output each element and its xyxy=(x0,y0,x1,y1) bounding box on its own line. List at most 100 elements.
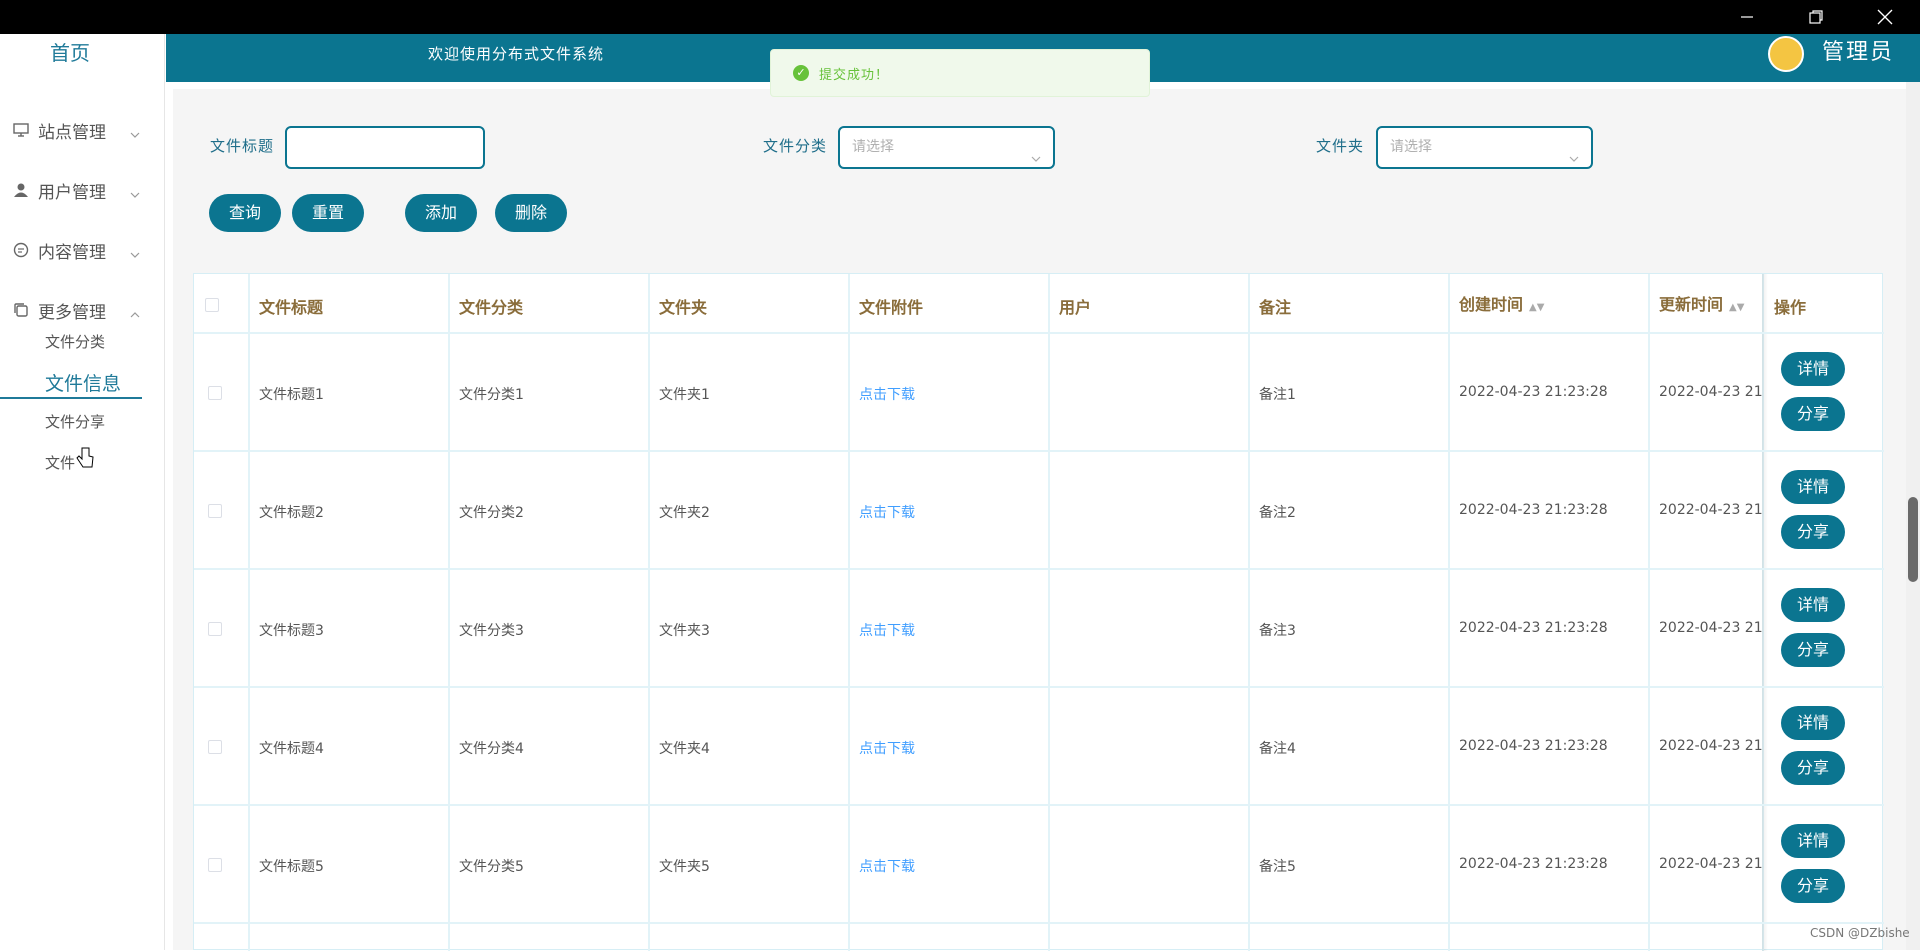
cell-updated: 2022-04-23 21 xyxy=(1659,384,1763,400)
cell-note: 备注5 xyxy=(1259,859,1296,875)
user-icon xyxy=(12,181,30,199)
cell-created: 2022-04-23 21:23:28 xyxy=(1459,738,1608,754)
sort-icon[interactable]: ▲▼ xyxy=(1729,302,1744,313)
detail-button[interactable]: 详情 xyxy=(1781,352,1845,386)
chevron-up-icon xyxy=(130,305,140,318)
download-link[interactable]: 点击下载 xyxy=(859,620,915,640)
welcome-text: 欢迎使用分布式文件系统 xyxy=(428,45,605,63)
page-scrollbar[interactable] xyxy=(1906,82,1920,950)
cell-note: 备注4 xyxy=(1259,741,1296,757)
active-indicator xyxy=(0,397,142,399)
detail-button[interactable]: 详情 xyxy=(1781,588,1845,622)
cell-title: 文件标题2 xyxy=(259,505,324,521)
file-table: 文件标题 文件分类 文件夹 文件附件 用户 备注 创建时间 ▲▼ 更新时间 ▲▼ 操… xyxy=(193,273,1884,951)
column-divider xyxy=(1648,274,1650,951)
category-select[interactable]: 请选择 xyxy=(838,126,1055,169)
scrollbar-thumb[interactable] xyxy=(1908,497,1918,582)
minimize-icon[interactable] xyxy=(1712,0,1782,34)
monitor-icon xyxy=(12,121,30,139)
download-link[interactable]: 点击下载 xyxy=(859,738,915,758)
detail-button[interactable]: 详情 xyxy=(1781,470,1845,504)
header-user: 用户 xyxy=(1059,298,1092,317)
column-divider xyxy=(1448,274,1450,951)
sort-icon[interactable]: ▲▼ xyxy=(1529,302,1544,313)
row-checkbox[interactable] xyxy=(208,386,222,400)
column-divider xyxy=(248,274,250,951)
row-checkbox[interactable] xyxy=(208,740,222,754)
sidebar-subitem-file[interactable]: 文件 xyxy=(45,452,75,473)
row-divider xyxy=(194,686,1884,688)
header-label: 更新时间 xyxy=(1659,295,1724,314)
sidebar-item-content[interactable]: 内容管理 xyxy=(0,230,165,270)
title-search-input[interactable] xyxy=(285,126,485,169)
avatar[interactable] xyxy=(1768,36,1804,72)
column-divider xyxy=(448,274,450,951)
filter-folder-label: 文件夹 xyxy=(1316,137,1365,155)
reset-button[interactable]: 重置 xyxy=(292,194,364,232)
query-button[interactable]: 查询 xyxy=(209,194,281,232)
delete-button[interactable]: 删除 xyxy=(495,194,567,232)
sidebar-item-label: 更多管理 xyxy=(38,302,106,323)
cell-note: 备注2 xyxy=(1259,505,1296,521)
column-divider xyxy=(1048,274,1050,951)
cell-created: 2022-04-23 21:23:28 xyxy=(1459,502,1608,518)
filter-category-label: 文件分类 xyxy=(763,137,828,155)
cell-note: 备注3 xyxy=(1259,623,1296,639)
row-checkbox[interactable] xyxy=(208,622,222,636)
cell-folder: 文件夹2 xyxy=(659,505,710,521)
success-toast: ✓ 提交成功！ xyxy=(770,49,1150,97)
category-placeholder: 请选择 xyxy=(852,139,894,155)
chevron-down-icon xyxy=(1031,141,1041,162)
share-button[interactable]: 分享 xyxy=(1781,869,1845,903)
header-file-title: 文件标题 xyxy=(259,298,324,317)
cell-note: 备注1 xyxy=(1259,387,1296,403)
sidebar-item-more[interactable]: 更多管理 xyxy=(0,290,165,330)
cell-created: 2022-04-23 21:23:28 xyxy=(1459,384,1608,400)
folder-select[interactable]: 请选择 xyxy=(1376,126,1593,169)
select-all-checkbox[interactable] xyxy=(205,298,219,312)
sidebar-item-users[interactable]: 用户管理 xyxy=(0,170,165,210)
admin-name[interactable]: 管理员 xyxy=(1822,34,1894,72)
check-icon: ✓ xyxy=(793,65,809,81)
detail-button[interactable]: 详情 xyxy=(1781,824,1845,858)
row-checkbox[interactable] xyxy=(208,858,222,872)
folder-placeholder: 请选择 xyxy=(1390,139,1432,155)
row-checkbox[interactable] xyxy=(208,504,222,518)
watermark: CSDN @DZbishe xyxy=(1810,926,1910,940)
sidebar-subitem-file-category[interactable]: 文件分类 xyxy=(45,331,105,352)
fixed-column-shadow xyxy=(1762,274,1768,951)
sidebar-item-label: 站点管理 xyxy=(38,122,106,143)
sidebar-subitem-file-share[interactable]: 文件分享 xyxy=(45,411,105,432)
share-button[interactable]: 分享 xyxy=(1781,633,1845,667)
cell-updated: 2022-04-23 21 xyxy=(1659,620,1763,636)
cell-title: 文件标题5 xyxy=(259,859,324,875)
download-link[interactable]: 点击下载 xyxy=(859,502,915,522)
row-divider xyxy=(194,450,1884,452)
header-created-time[interactable]: 创建时间 ▲▼ xyxy=(1459,291,1544,315)
cell-created: 2022-04-23 21:23:28 xyxy=(1459,620,1608,636)
header-actions: 操作 xyxy=(1774,298,1807,317)
add-button[interactable]: 添加 xyxy=(405,194,477,232)
share-button[interactable]: 分享 xyxy=(1781,751,1845,785)
chat-icon xyxy=(12,241,30,259)
cell-folder: 文件夹1 xyxy=(659,387,710,403)
cell-category: 文件分类3 xyxy=(459,623,524,639)
close-icon[interactable] xyxy=(1850,0,1920,34)
sidebar-item-site[interactable]: 站点管理 xyxy=(0,110,165,150)
row-divider xyxy=(194,568,1884,570)
cell-updated: 2022-04-23 21 xyxy=(1659,502,1763,518)
cell-category: 文件分类5 xyxy=(459,859,524,875)
restore-icon[interactable] xyxy=(1781,0,1851,34)
header-attachment: 文件附件 xyxy=(859,298,924,317)
cell-title: 文件标题4 xyxy=(259,741,324,757)
download-link[interactable]: 点击下载 xyxy=(859,384,915,404)
detail-button[interactable]: 详情 xyxy=(1781,706,1845,740)
download-link[interactable]: 点击下载 xyxy=(859,856,915,876)
header-label: 创建时间 xyxy=(1459,295,1524,314)
share-button[interactable]: 分享 xyxy=(1781,515,1845,549)
sidebar-subitem-file-info[interactable]: 文件信息 xyxy=(45,369,121,396)
row-divider xyxy=(194,804,1884,806)
sidebar-home[interactable]: 首页 xyxy=(0,34,140,74)
share-button[interactable]: 分享 xyxy=(1781,397,1845,431)
header-updated-time[interactable]: 更新时间 ▲▼ xyxy=(1659,291,1744,315)
